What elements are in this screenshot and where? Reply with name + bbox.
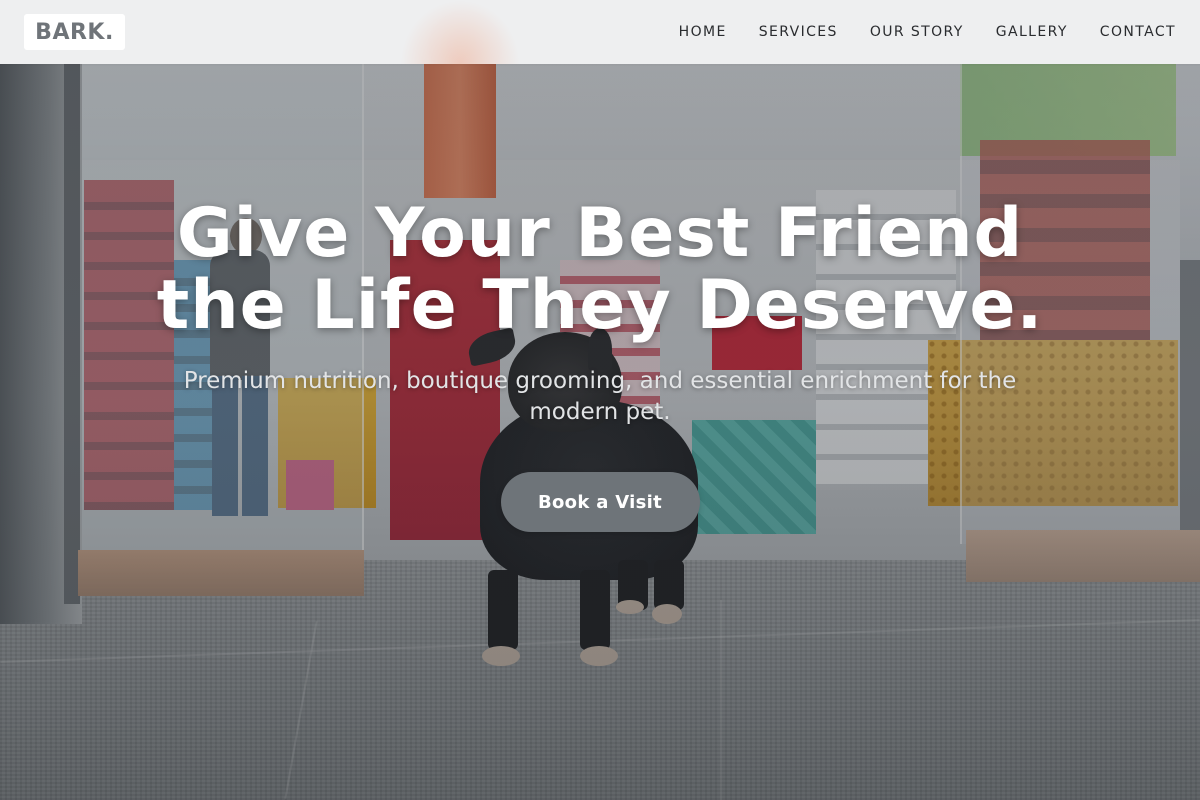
nav-gallery-link[interactable]: GALLERY [996,24,1068,40]
hero-subtitle: Premium nutrition, boutique grooming, an… [183,368,1017,425]
hero-title: Give Your Best Friend the Life They Dese… [156,194,1044,345]
main-nav: HOME SERVICES OUR STORY GALLERY CONTACT [647,0,1176,64]
landing-page: BARK. HOME SERVICES OUR STORY GALLERY CO… [0,0,1200,800]
site-header: BARK. HOME SERVICES OUR STORY GALLERY CO… [0,0,1200,64]
book-a-visit-button[interactable]: Book a Visit [500,472,700,532]
logo-text: BARK. [35,19,114,45]
nav-contact-link[interactable]: CONTACT [1100,24,1176,40]
nav-services-link[interactable]: SERVICES [759,24,838,40]
nav-home-link[interactable]: HOME [679,24,727,40]
nav-our-story-link[interactable]: OUR STORY [870,24,964,40]
hero-section: Give Your Best Friend the Life They Dese… [0,64,1200,800]
logo[interactable]: BARK. [24,14,125,50]
